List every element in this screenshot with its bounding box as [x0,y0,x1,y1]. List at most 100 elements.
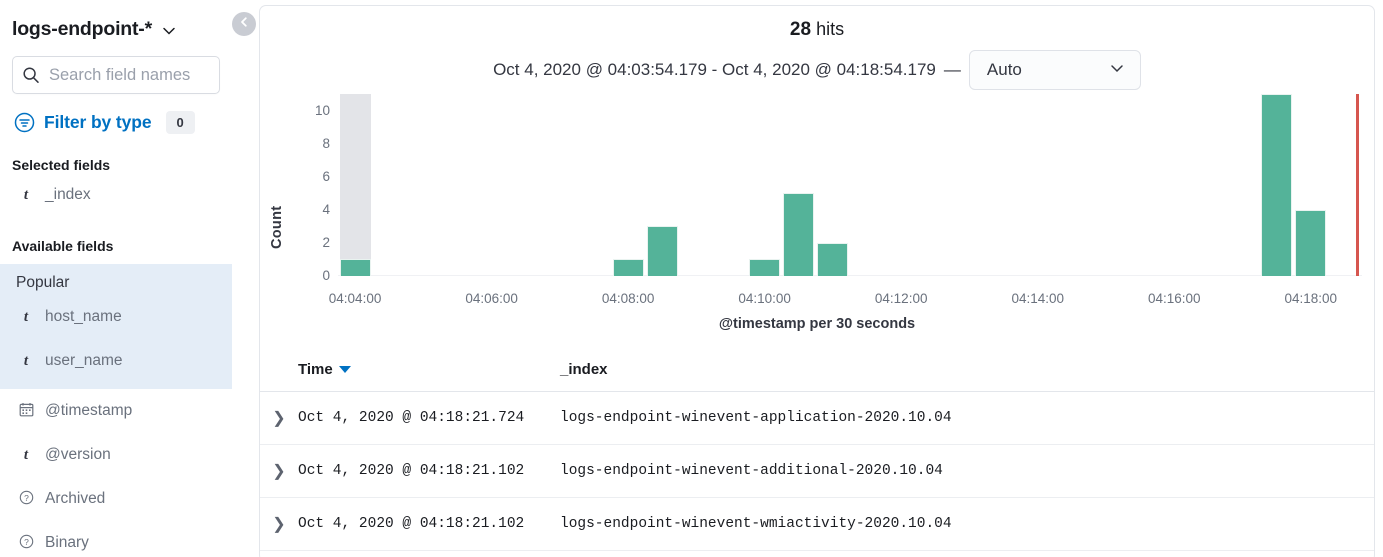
x-axis-label: @timestamp per 30 seconds [718,316,916,332]
y-axis-tick: 0 [322,268,330,283]
search-input[interactable] [49,65,210,85]
histogram-bar[interactable] [783,193,815,276]
histogram-bar[interactable] [612,259,644,276]
string-type-icon: t [23,352,29,369]
sidebar-collapse-button[interactable] [232,12,256,36]
histogram-bar[interactable] [1261,94,1293,276]
histogram-bar[interactable] [646,226,678,276]
sidebar-field-binary[interactable]: ? Binary [0,521,232,557]
column-header-index-label: _index [560,361,608,378]
string-type-icon: t [23,186,29,203]
y-axis-tick: 6 [322,168,330,184]
sidebar-field-user_name[interactable]: t user_name [0,339,232,383]
interval-value: Auto [986,60,1022,79]
filter-count-badge: 0 [165,110,195,134]
x-axis-tick: 04:10:00 [738,291,791,306]
table-header-row: Time _index [260,361,1374,392]
x-axis-tick: 04:16:00 [1147,291,1201,306]
field-label: _index [45,186,91,203]
y-axis-tick: 8 [322,135,330,151]
histogram-bar[interactable] [749,259,781,276]
string-type-icon: t [23,308,29,325]
svg-text:?: ? [24,493,29,503]
x-axis-tick: 04:14:00 [1011,291,1064,306]
index-pattern-name: logs-endpoint-* [12,17,152,40]
hits-summary: 28 hits [260,19,1374,41]
search-icon [22,66,40,84]
sidebar-field-version[interactable]: t @version [0,433,232,477]
hits-count: 28 [789,19,812,40]
chevron-down-icon [161,23,177,39]
table-row[interactable]: ❯ Oct 4, 2020 @ 04:18:21.724 logs-endpoi… [260,391,1374,445]
table-row[interactable]: ❯ Oct 4, 2020 @ 04:18:21.102 logs-endpoi… [260,497,1374,551]
cell-time: Oct 4, 2020 @ 04:18:21.724 [298,391,560,445]
available-fields-title: Available fields [12,238,114,254]
cell-index: logs-endpoint-winevent-application-2020.… [560,391,1374,445]
field-label: Binary [45,534,89,551]
field-label: @timestamp [45,402,133,419]
x-axis-tick: 04:18:00 [1284,291,1338,306]
sidebar-field-_index[interactable]: t _index [0,173,232,217]
sidebar-field-host_name[interactable]: t host_name [0,295,232,339]
plot-region[interactable] [338,94,1362,276]
expand-cell[interactable]: ❯ [260,497,298,551]
filter-icon [14,112,35,133]
histogram-chart[interactable]: Count 0 2 4 6 8 10 @timestamp per 30 seconds … [260,94,1374,344]
selected-fields-title: Selected fields [12,157,111,173]
column-header-expand [260,361,298,392]
time-range-text: Oct 4, 2020 @ 04:03:54.179 - Oct 4, 2020… [493,60,936,79]
table-body: ❯ Oct 4, 2020 @ 04:18:21.724 logs-endpoi… [260,391,1374,551]
chevron-right-icon[interactable]: ❯ [272,514,285,534]
field-label: @version [45,446,111,463]
unknown-type-icon: ? [18,490,34,508]
x-axis-tick: 04:06:00 [465,291,518,306]
column-header-index[interactable]: _index [560,361,1374,392]
field-label: user_name [45,352,123,369]
filter-by-type-button[interactable]: Filter by type 0 [14,108,232,136]
sidebar-field-archived[interactable]: ? Archived [0,477,232,521]
discover-app: logs-endpoint-* Filter by type 0 Selecte… [0,0,1383,557]
time-range-end-marker [1356,94,1359,276]
popular-fields-group: Popular t host_name t user_name [0,264,232,389]
discover-main-panel: 28 hits Oct 4, 2020 @ 04:03:54.179 - Oct… [259,5,1375,557]
y-axis-ticks: 0 2 4 6 8 10 [260,94,330,294]
histogram-bar[interactable] [339,259,371,276]
index-pattern-selector[interactable]: logs-endpoint-* [0,0,232,44]
interval-select[interactable]: Auto [968,50,1141,90]
cell-index: logs-endpoint-winevent-wmiactivity-2020.… [560,497,1374,551]
field-label: Archived [45,490,106,507]
x-axis-baseline [338,275,1362,276]
field-sidebar: logs-endpoint-* Filter by type 0 Selecte… [0,0,232,557]
calendar-icon [18,402,34,420]
chevron-right-icon[interactable]: ❯ [272,408,285,428]
chevron-left-icon [237,15,251,34]
y-axis-tick: 2 [322,234,330,250]
expand-cell[interactable]: ❯ [260,444,298,498]
y-axis-tick: 10 [314,102,330,118]
range-dash: — [943,60,961,79]
expand-cell[interactable]: ❯ [260,391,298,445]
y-axis-tick: 4 [322,201,330,217]
chevron-down-icon [1108,59,1126,82]
histogram-bar[interactable] [817,242,849,276]
string-type-icon: t [23,446,29,463]
cell-index: logs-endpoint-winevent-additional-2020.1… [560,444,1374,498]
documents-table: Time _index ❯ Oct 4, 2020 @ 04:18:21.724… [260,361,1374,557]
chevron-right-icon[interactable]: ❯ [272,461,285,481]
column-header-time[interactable]: Time [298,361,560,392]
popular-label: Popular [16,274,70,291]
unknown-type-icon: ? [18,534,34,552]
svg-text:?: ? [24,537,29,547]
cell-time: Oct 4, 2020 @ 04:18:21.102 [298,497,560,551]
x-axis-tick: 04:04:00 [328,291,382,306]
sort-down-icon[interactable] [338,366,351,373]
field-search-box[interactable] [12,56,220,94]
x-axis-tick: 04:08:00 [601,291,655,306]
sidebar-field-timestamp[interactable]: @timestamp [0,389,232,433]
table-row[interactable]: ❯ Oct 4, 2020 @ 04:18:21.102 logs-endpoi… [260,444,1374,498]
histogram-bar[interactable] [1295,209,1327,276]
column-header-time-label: Time [298,361,333,378]
hovered-bucket-highlight [339,94,371,276]
field-label: host_name [45,308,122,325]
time-range-row: Oct 4, 2020 @ 04:03:54.179 - Oct 4, 2020… [260,50,1374,90]
